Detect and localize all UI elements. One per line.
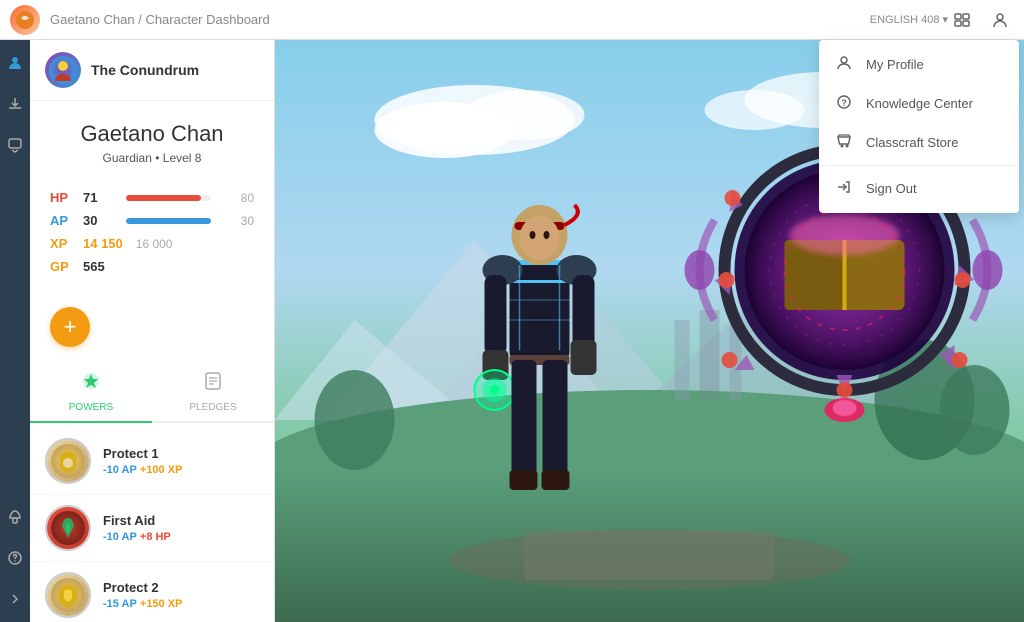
knowledge-center-label: Knowledge Center	[866, 96, 973, 111]
sidebar	[0, 40, 30, 622]
protect1-name: Protect 1	[103, 446, 182, 461]
tab-powers[interactable]: POWERS	[30, 362, 152, 423]
menu-item-sign-out[interactable]: Sign Out	[819, 169, 1019, 208]
sidebar-item-rocket[interactable]	[2, 504, 28, 530]
gp-label: GP	[50, 259, 75, 274]
firstaid-name: First Aid	[103, 513, 171, 528]
character-class-title: The Conundrum	[91, 62, 199, 78]
ap-bar-container	[126, 218, 211, 224]
power-item-protect2[interactable]: Protect 2 -15 AP +150 XP	[30, 562, 274, 622]
hp-stat-row: HP 71 80	[50, 190, 254, 205]
knowledge-icon: ?	[834, 94, 854, 113]
svg-text:?: ?	[841, 98, 847, 108]
menu-item-my-profile[interactable]: My Profile	[819, 45, 1019, 84]
pledges-tab-label: PLEDGES	[189, 402, 236, 413]
sidebar-item-help[interactable]	[2, 545, 28, 571]
character-header: The Conundrum	[30, 40, 274, 101]
notifications-icon[interactable]	[948, 6, 976, 34]
protect2-icon	[45, 572, 91, 618]
xp-max: 16 000	[136, 237, 173, 251]
ap-current: 30	[83, 213, 118, 228]
firstaid-icon	[45, 505, 91, 551]
character-panel: The Conundrum Gaetano Chan Guardian • Le…	[30, 40, 275, 622]
protect1-details: Protect 1 -10 AP +100 XP	[103, 446, 182, 476]
add-button-container: +	[30, 297, 274, 357]
my-profile-label: My Profile	[866, 57, 924, 72]
menu-item-knowledge-center[interactable]: ? Knowledge Center	[819, 84, 1019, 123]
powers-list: Protect 1 -10 AP +100 XP	[30, 423, 274, 622]
sidebar-item-chevron-right[interactable]	[2, 586, 28, 612]
xp-label: XP	[50, 236, 75, 251]
hp-label: HP	[50, 190, 75, 205]
topbar-icons	[948, 6, 1014, 34]
powers-tab-label: POWERS	[69, 402, 113, 413]
xp-stat-row: XP 14 150 16 000	[50, 236, 254, 251]
ap-max: 30	[219, 214, 254, 228]
hp-max: 80	[219, 191, 254, 205]
breadcrumb: Gaetano Chan / Character Dashboard	[50, 12, 870, 27]
hp-bar-container	[126, 195, 211, 201]
stats-section: HP 71 80 AP 30 30 XP 14 150 16 000 GP 56…	[30, 175, 274, 297]
protect2-name: Protect 2	[103, 580, 182, 595]
hp-bar	[126, 195, 201, 201]
hp-current: 71	[83, 190, 118, 205]
character-info: Gaetano Chan Guardian • Level 8	[30, 101, 274, 175]
protect2-cost: -15 AP +150 XP	[103, 598, 182, 610]
sidebar-item-chat[interactable]	[2, 132, 28, 158]
store-icon	[834, 133, 854, 152]
character-class: Guardian • Level 8	[50, 151, 254, 165]
sign-out-label: Sign Out	[866, 181, 917, 196]
profile-icon	[834, 55, 854, 74]
menu-divider	[819, 165, 1019, 166]
firstaid-cost: -10 AP +8 HP	[103, 531, 171, 543]
ap-label: AP	[50, 213, 75, 228]
power-item-firstaid[interactable]: First Aid -10 AP +8 HP	[30, 495, 274, 562]
topbar: Gaetano Chan / Character Dashboard ENGLI…	[0, 0, 1024, 40]
ap-bar	[126, 218, 211, 224]
menu-item-classcraft-store[interactable]: Classcraft Store	[819, 123, 1019, 162]
language-selector[interactable]: ENGLISH 408 ▾	[870, 13, 948, 26]
firstaid-details: First Aid -10 AP +8 HP	[103, 513, 171, 543]
tab-pledges[interactable]: PLEDGES	[152, 362, 274, 423]
breadcrumb-parent[interactable]: Gaetano Chan	[50, 12, 135, 27]
xp-current: 14 150	[83, 236, 123, 251]
ap-stat-row: AP 30 30	[50, 213, 254, 228]
protect1-cost: -10 AP +100 XP	[103, 464, 182, 476]
classcraft-store-label: Classcraft Store	[866, 135, 958, 150]
sidebar-item-download[interactable]	[2, 91, 28, 117]
sidebar-item-user[interactable]	[2, 50, 28, 76]
gp-stat-row: GP 565	[50, 259, 254, 274]
dropdown-menu: My Profile ? Knowledge Center Classcraft…	[819, 40, 1019, 213]
user-menu-icon[interactable]	[986, 6, 1014, 34]
tab-bar: POWERS PLEDGES	[30, 362, 274, 423]
breadcrumb-current: Character Dashboard	[145, 12, 269, 27]
gp-value: 565	[83, 259, 105, 274]
app-logo	[10, 5, 40, 35]
pledges-tab-icon	[202, 370, 224, 398]
protect1-icon	[45, 438, 91, 484]
power-item-protect1[interactable]: Protect 1 -10 AP +100 XP	[30, 428, 274, 495]
signout-icon	[834, 179, 854, 198]
protect2-details: Protect 2 -15 AP +150 XP	[103, 580, 182, 610]
add-power-button[interactable]: +	[50, 307, 90, 347]
character-name: Gaetano Chan	[50, 121, 254, 147]
powers-tab-icon	[80, 370, 102, 398]
character-avatar	[45, 52, 81, 88]
